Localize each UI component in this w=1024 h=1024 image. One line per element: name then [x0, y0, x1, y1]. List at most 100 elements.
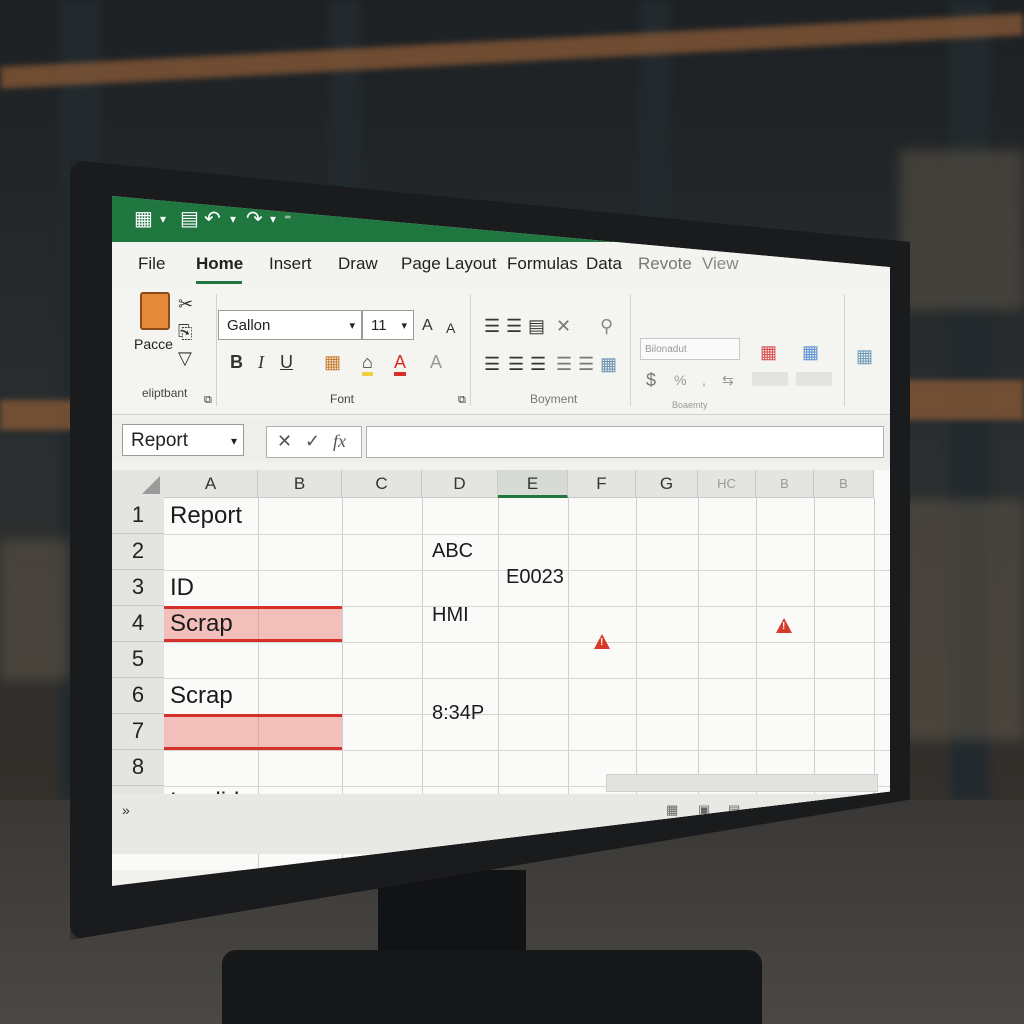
- cell-d4[interactable]: HMI: [432, 604, 469, 627]
- dialog-launcher-icon[interactable]: ⧉: [204, 390, 212, 410]
- align-center-icon[interactable]: ☰: [508, 354, 524, 374]
- column-header-b[interactable]: B: [258, 470, 342, 498]
- insert-function-icon[interactable]: fx: [333, 431, 346, 451]
- align-top-icon[interactable]: ☰: [484, 316, 500, 336]
- select-all-triangle-icon: [142, 476, 160, 494]
- merge-center-icon[interactable]: ▦: [600, 354, 617, 374]
- cell-e3[interactable]: E0023: [506, 566, 564, 589]
- font-color-icon[interactable]: A: [394, 352, 407, 376]
- format-as-table-icon[interactable]: ▦: [802, 342, 819, 362]
- tab-draw[interactable]: Draw: [338, 254, 378, 274]
- column-header-d[interactable]: D: [422, 470, 498, 498]
- font-name-value: Gallon: [227, 317, 271, 334]
- column-header-g[interactable]: G: [636, 470, 698, 498]
- save-icon[interactable]: ▤: [180, 209, 199, 229]
- column-header-c[interactable]: C: [342, 470, 422, 498]
- cell-a4[interactable]: Scrap: [170, 610, 233, 638]
- excel-window: ▦ ▾ ▤ ↶ ▾ ↷ ▾ ⁼ File Home Insert Draw Pa…: [112, 196, 890, 886]
- align-middle-icon[interactable]: ☰: [506, 316, 522, 336]
- column-header-f[interactable]: F: [568, 470, 636, 498]
- fill-color-icon[interactable]: ⌂: [362, 352, 373, 376]
- font-name-select[interactable]: Gallon ▾: [218, 310, 362, 340]
- merge-icon[interactable]: ⚲: [600, 316, 613, 336]
- column-header-e[interactable]: E: [498, 470, 568, 498]
- cells-icon[interactable]: ▦: [856, 346, 873, 366]
- alignment-group-label: Boyment: [530, 392, 578, 406]
- dialog-launcher-icon[interactable]: ⧉: [458, 390, 466, 410]
- shrink-font-button[interactable]: A: [446, 318, 455, 338]
- formula-input[interactable]: [366, 426, 884, 458]
- tab-page-layout[interactable]: Page Layout: [401, 254, 496, 274]
- chevron-down-icon[interactable]: ▾: [230, 209, 236, 229]
- cut-icon[interactable]: ✂: [178, 294, 193, 314]
- tab-view[interactable]: View: [702, 254, 739, 274]
- grow-font-button[interactable]: A: [422, 316, 433, 336]
- chevron-down-icon[interactable]: ▾: [160, 209, 166, 229]
- bold-button[interactable]: B: [230, 352, 243, 372]
- borders-icon[interactable]: ▦: [324, 352, 341, 372]
- cell-d2[interactable]: ABC: [432, 540, 473, 563]
- row-header[interactable]: 2: [112, 534, 164, 570]
- row-header[interactable]: 5: [112, 642, 164, 678]
- enter-icon[interactable]: ✓: [305, 431, 320, 451]
- sheet-navigation-icon[interactable]: »: [122, 802, 130, 818]
- paste-button[interactable]: Pacce: [134, 292, 174, 362]
- number-format-select[interactable]: Bilonadut: [640, 338, 740, 360]
- ribbon-separator: [630, 294, 631, 406]
- decimal-icon[interactable]: ⇆: [722, 370, 734, 390]
- select-all-corner[interactable]: [112, 470, 164, 498]
- cell-a3[interactable]: ID: [170, 574, 194, 602]
- shelf-boxes: [900, 150, 1024, 310]
- name-box[interactable]: Report ▾: [122, 424, 244, 456]
- cell-a6[interactable]: Scrap: [170, 682, 233, 710]
- align-right-icon[interactable]: ☰: [530, 354, 546, 374]
- gridline: [164, 750, 890, 751]
- row-header[interactable]: 8: [112, 750, 164, 786]
- row-header[interactable]: 7: [112, 714, 164, 750]
- ribbon: Pacce ✂ ⎘ ▽ eliptbant ⧉ Gallon ▾ 11 ▾ A …: [112, 286, 890, 415]
- chevron-down-icon[interactable]: ▾: [270, 209, 276, 229]
- highlighted-row-7: [164, 714, 342, 750]
- underline-button[interactable]: U: [280, 352, 293, 372]
- tab-data[interactable]: Data: [586, 254, 622, 274]
- italic-button[interactable]: I: [258, 352, 264, 372]
- warning-icon[interactable]: !: [776, 618, 792, 633]
- clipboard-group-label: eliptbant: [142, 386, 188, 400]
- tab-formulas[interactable]: Formulas: [507, 254, 578, 274]
- redo-icon[interactable]: ↷: [246, 209, 263, 229]
- row-header[interactable]: 1: [112, 498, 164, 534]
- warning-icon[interactable]: !: [594, 634, 610, 649]
- undo-icon[interactable]: ↶: [204, 209, 221, 229]
- column-header-j[interactable]: B: [814, 470, 874, 498]
- comma-style-icon[interactable]: ,: [702, 370, 706, 390]
- normal-view-icon[interactable]: ▦: [666, 802, 678, 818]
- wrap-text-icon[interactable]: ▤: [528, 316, 545, 336]
- cell-d7[interactable]: 8:34P: [432, 702, 484, 725]
- font-size-select[interactable]: 11 ▾: [362, 310, 414, 340]
- row-header[interactable]: 4: [112, 606, 164, 642]
- increase-indent-icon[interactable]: ☰: [578, 354, 594, 374]
- horizontal-scrollbar[interactable]: [606, 774, 878, 792]
- row-header[interactable]: 6: [112, 678, 164, 714]
- percent-icon[interactable]: %: [674, 370, 686, 390]
- tab-home[interactable]: Home: [196, 254, 243, 274]
- row-header[interactable]: 3: [112, 570, 164, 606]
- spreadsheet-icon[interactable]: ▦: [134, 209, 153, 229]
- format-painter-icon[interactable]: ▽: [178, 348, 192, 368]
- tab-insert[interactable]: Insert: [269, 254, 312, 274]
- copy-icon[interactable]: ⎘: [178, 322, 192, 342]
- conditional-format-icon[interactable]: ▦: [760, 342, 777, 362]
- cancel-icon[interactable]: ✕: [277, 431, 292, 451]
- column-header-h[interactable]: HC: [698, 470, 756, 498]
- decrease-indent-icon[interactable]: ☰: [556, 354, 572, 374]
- column-header-a[interactable]: A: [164, 470, 258, 498]
- cell-a1[interactable]: Report: [170, 502, 242, 530]
- tab-review[interactable]: Revote: [638, 254, 692, 274]
- formula-bar: Report ▾ ✕ ✓ fx: [112, 418, 890, 462]
- orientation-icon[interactable]: ✕: [556, 316, 571, 336]
- currency-button[interactable]: $: [646, 370, 656, 390]
- font-color-icon[interactable]: A: [430, 352, 442, 372]
- align-left-icon[interactable]: ☰: [484, 354, 500, 374]
- tab-file[interactable]: File: [138, 254, 165, 274]
- column-header-i[interactable]: B: [756, 470, 814, 498]
